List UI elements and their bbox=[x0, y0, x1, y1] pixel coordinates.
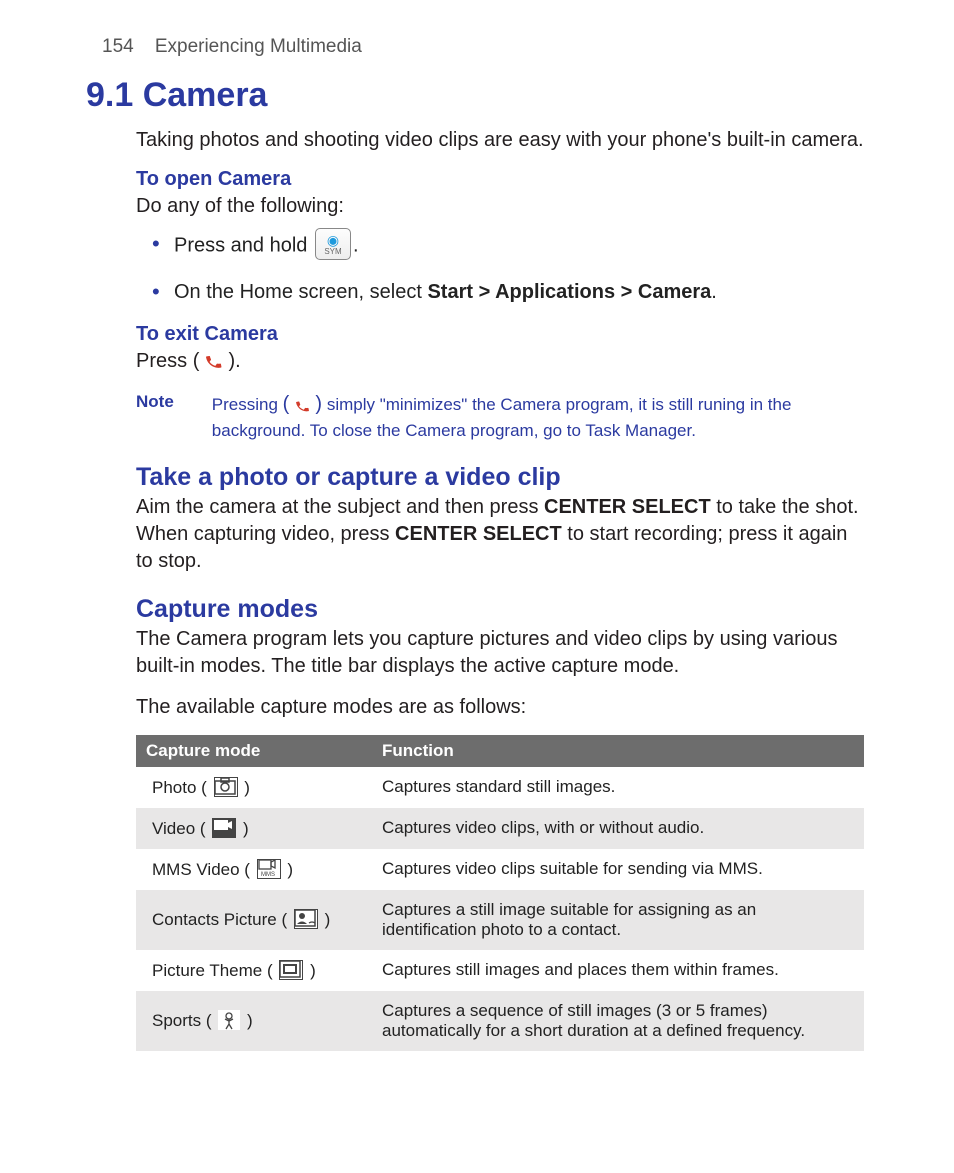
call-end-icon bbox=[203, 349, 225, 379]
section-heading: 9.1 Camera bbox=[86, 76, 864, 115]
table-row: MMS Video ( MMS ) Captures video clips s… bbox=[136, 849, 864, 890]
mode-cell: Picture Theme ( ) bbox=[136, 950, 372, 991]
bullet-text: On the Home screen, select bbox=[174, 281, 427, 303]
col-function: Function bbox=[372, 735, 864, 767]
function-cell: Captures a still image suitable for assi… bbox=[372, 890, 864, 950]
table-row: Picture Theme ( ) Captures still images … bbox=[136, 950, 864, 991]
svg-text:MMS: MMS bbox=[261, 872, 275, 877]
mms-video-icon: MMS bbox=[257, 859, 281, 879]
table-row: Contacts Picture ( ) Captures a still im… bbox=[136, 890, 864, 950]
col-capture-mode: Capture mode bbox=[136, 735, 372, 767]
sports-icon bbox=[218, 1010, 240, 1030]
picture-theme-icon bbox=[279, 960, 303, 980]
function-cell: Captures video clips, with or without au… bbox=[372, 808, 864, 849]
table-row: Video ( ) Captures video clips, with or … bbox=[136, 808, 864, 849]
table-row: Sports ( ) Captures a sequence of still … bbox=[136, 991, 864, 1051]
function-cell: Captures still images and places them wi… bbox=[372, 950, 864, 991]
note-text: Pressing ( ) simply "minimizes" the Came… bbox=[212, 391, 864, 443]
note-block: Note Pressing ( ) simply "minimizes" the… bbox=[136, 391, 864, 443]
bullet-text-end: . bbox=[353, 234, 359, 256]
take-p1a: Aim the camera at the subject and then p… bbox=[136, 496, 544, 518]
menu-path: Start > Applications > Camera bbox=[427, 281, 711, 303]
page-header: 154 Experiencing Multimedia bbox=[102, 36, 864, 58]
page-number: 154 bbox=[102, 36, 134, 57]
sym-label: SYM bbox=[324, 248, 341, 256]
mode-name: Contacts Picture bbox=[152, 910, 277, 929]
function-cell: Captures video clips suitable for sendin… bbox=[372, 849, 864, 890]
function-cell: Captures a sequence of still images (3 o… bbox=[372, 991, 864, 1051]
capture-modes-heading: Capture modes bbox=[136, 595, 864, 624]
modes-paragraph-2: The available capture modes are as follo… bbox=[136, 694, 864, 721]
open-camera-heading: To open Camera bbox=[136, 168, 864, 191]
mode-name: Photo bbox=[152, 778, 196, 797]
open-lead: Do any of the following: bbox=[136, 193, 864, 220]
mode-cell: Photo ( ) bbox=[136, 767, 372, 808]
mode-cell: MMS Video ( MMS ) bbox=[136, 849, 372, 890]
modes-paragraph-1: The Camera program lets you capture pict… bbox=[136, 626, 864, 680]
center-select-1: CENTER SELECT bbox=[544, 496, 711, 518]
bullet-item: Press and hold ◉ SYM . bbox=[148, 230, 864, 262]
exit-line: Press ( ). bbox=[136, 348, 864, 377]
note-label: Note bbox=[136, 391, 174, 443]
exit-pre: Press bbox=[136, 350, 193, 372]
sym-key-icon: ◉ SYM bbox=[315, 228, 351, 260]
take-photo-heading: Take a photo or capture a video clip bbox=[136, 463, 864, 492]
bullet-text: Press and hold bbox=[174, 234, 313, 256]
center-select-2: CENTER SELECT bbox=[395, 523, 562, 545]
contacts-picture-icon bbox=[294, 909, 318, 929]
video-icon bbox=[212, 818, 236, 838]
mode-name: Sports bbox=[152, 1011, 201, 1030]
table-header-row: Capture mode Function bbox=[136, 735, 864, 767]
exit-camera-heading: To exit Camera bbox=[136, 323, 864, 346]
mode-name: Video bbox=[152, 819, 195, 838]
take-photo-paragraph: Aim the camera at the subject and then p… bbox=[136, 494, 864, 575]
mode-cell: Sports ( ) bbox=[136, 991, 372, 1051]
bullet-text-end: . bbox=[711, 281, 717, 303]
mode-cell: Video ( ) bbox=[136, 808, 372, 849]
intro-paragraph: Taking photos and shooting video clips a… bbox=[136, 127, 864, 154]
capture-modes-table: Capture mode Function Photo ( ) Captures… bbox=[136, 735, 864, 1051]
bullet-item: On the Home screen, select Start > Appli… bbox=[148, 278, 864, 307]
mode-cell: Contacts Picture ( ) bbox=[136, 890, 372, 950]
note-pre: Pressing bbox=[212, 395, 283, 414]
function-cell: Captures standard still images. bbox=[372, 767, 864, 808]
exit-post: . bbox=[235, 350, 241, 372]
mode-name: Picture Theme bbox=[152, 961, 262, 980]
chapter-title: Experiencing Multimedia bbox=[155, 36, 362, 57]
mode-name: MMS Video bbox=[152, 860, 240, 879]
photo-icon bbox=[214, 777, 238, 797]
table-row: Photo ( ) Captures standard still images… bbox=[136, 767, 864, 808]
manual-page: 154 Experiencing Multimedia 9.1 Camera T… bbox=[0, 0, 954, 1091]
